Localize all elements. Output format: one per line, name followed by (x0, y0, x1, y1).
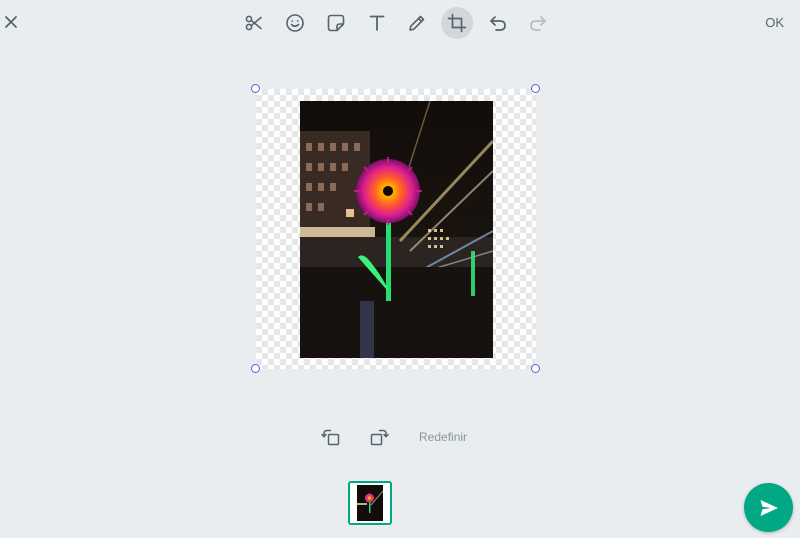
reset-button[interactable]: Redefinir (419, 430, 467, 444)
pencil-icon (409, 15, 425, 31)
rotate-left-icon (321, 429, 340, 446)
undo-icon (490, 16, 506, 31)
crop-handle-top-right[interactable] (531, 84, 540, 93)
redo-button[interactable] (522, 7, 554, 39)
rotate-right-icon (370, 429, 389, 446)
cut-tool-button[interactable] (238, 7, 270, 39)
crop-canvas[interactable] (251, 84, 540, 373)
scissors-icon (245, 15, 262, 31)
draw-tool-button[interactable] (401, 7, 433, 39)
crop-handle-top-left[interactable] (251, 84, 260, 93)
rotate-right-button[interactable] (367, 425, 391, 449)
crop-handle-bottom-right[interactable] (531, 364, 540, 373)
thumbnail-image (357, 485, 383, 521)
photo-preview (300, 101, 493, 358)
editor-toolbar: OK (0, 0, 800, 46)
crop-handle-bottom-left[interactable] (251, 364, 260, 373)
media-thumbnail[interactable] (348, 481, 392, 525)
close-icon (5, 16, 17, 28)
close-button[interactable] (0, 11, 22, 33)
ok-button[interactable]: OK (765, 15, 784, 30)
send-button[interactable] (744, 483, 793, 532)
sticker-tool-button[interactable] (320, 7, 352, 39)
text-tool-button[interactable] (361, 7, 393, 39)
emoji-tool-button[interactable] (279, 7, 311, 39)
emoji-icon (286, 14, 304, 32)
rotate-left-button[interactable] (319, 425, 343, 449)
crop-icon (447, 13, 467, 33)
redo-icon (530, 16, 546, 31)
night-flower-sculpture-photo (300, 101, 493, 358)
send-icon (760, 499, 778, 516)
undo-button[interactable] (482, 7, 514, 39)
sticker-icon (327, 14, 345, 32)
text-icon (369, 15, 385, 31)
crop-tool-button[interactable] (441, 7, 473, 39)
